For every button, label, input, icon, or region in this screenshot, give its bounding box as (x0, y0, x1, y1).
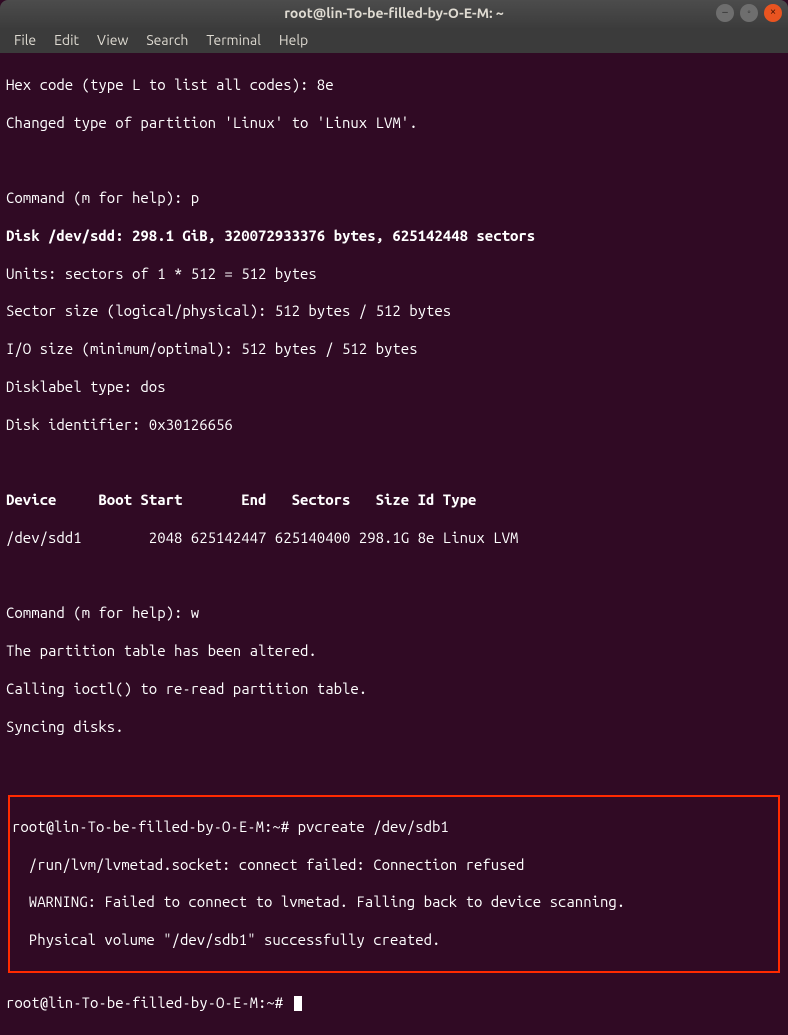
terminal-line: Physical volume "/dev/sdb1" successfully… (12, 931, 776, 950)
menu-help[interactable]: Help (271, 30, 316, 52)
close-button[interactable]: × (764, 4, 782, 22)
menubar: File Edit View Search Terminal Help (0, 28, 788, 53)
terminal-line: /dev/sdd1 2048 625142447 625140400 298.1… (6, 529, 782, 548)
terminal-line-disk-header: Disk /dev/sdd: 298.1 GiB, 320072933376 b… (6, 227, 782, 246)
terminal-line: Command (m for help): p (6, 189, 782, 208)
terminal-line (6, 453, 782, 472)
menu-search[interactable]: Search (138, 30, 196, 52)
terminal-line-partition-header: Device Boot Start End Sectors Size Id Ty… (6, 491, 782, 510)
terminal-prompt-current[interactable]: root@lin-To-be-filled-by-O-E-M:~# (6, 994, 782, 1013)
terminal-line (6, 755, 782, 774)
minimize-button[interactable]: – (716, 4, 734, 22)
terminal-line: /run/lvm/lvmetad.socket: connect failed:… (12, 856, 776, 875)
terminal-line: Syncing disks. (6, 718, 782, 737)
titlebar: root@lin-To-be-filled-by-O-E-M: ~ – ◦ × (0, 0, 788, 28)
terminal-line: The partition table has been altered. (6, 642, 782, 661)
terminal-line: Sector size (logical/physical): 512 byte… (6, 302, 782, 321)
window-title: root@lin-To-be-filled-by-O-E-M: ~ (284, 5, 504, 23)
terminal-line: I/O size (minimum/optimal): 512 bytes / … (6, 340, 782, 359)
terminal-line: Units: sectors of 1 * 512 = 512 bytes (6, 265, 782, 284)
terminal-line: Hex code (type L to list all codes): 8e (6, 76, 782, 95)
highlighted-command-block: root@lin-To-be-filled-by-O-E-M:~# pvcrea… (8, 795, 780, 973)
terminal-line: Calling ioctl() to re-read partition tab… (6, 680, 782, 699)
cursor-icon (294, 996, 302, 1011)
terminal-line: Disklabel type: dos (6, 378, 782, 397)
menu-file[interactable]: File (6, 30, 44, 52)
menu-view[interactable]: View (89, 30, 136, 52)
terminal-line-prompt-command: root@lin-To-be-filled-by-O-E-M:~# pvcrea… (12, 818, 776, 837)
terminal-line: WARNING: Failed to connect to lvmetad. F… (12, 893, 776, 912)
terminal-line (6, 567, 782, 586)
menu-terminal[interactable]: Terminal (198, 30, 269, 52)
maximize-button[interactable]: ◦ (740, 4, 758, 22)
terminal-line (6, 151, 782, 170)
terminal-output[interactable]: Hex code (type L to list all codes): 8e … (0, 53, 788, 1035)
menu-edit[interactable]: Edit (46, 30, 87, 52)
terminal-line: Changed type of partition 'Linux' to 'Li… (6, 114, 782, 133)
prompt-text: root@lin-To-be-filled-by-O-E-M:~# (6, 994, 292, 1011)
terminal-line: Command (m for help): w (6, 604, 782, 623)
terminal-line: Disk identifier: 0x30126656 (6, 416, 782, 435)
window-controls: – ◦ × (716, 4, 782, 22)
